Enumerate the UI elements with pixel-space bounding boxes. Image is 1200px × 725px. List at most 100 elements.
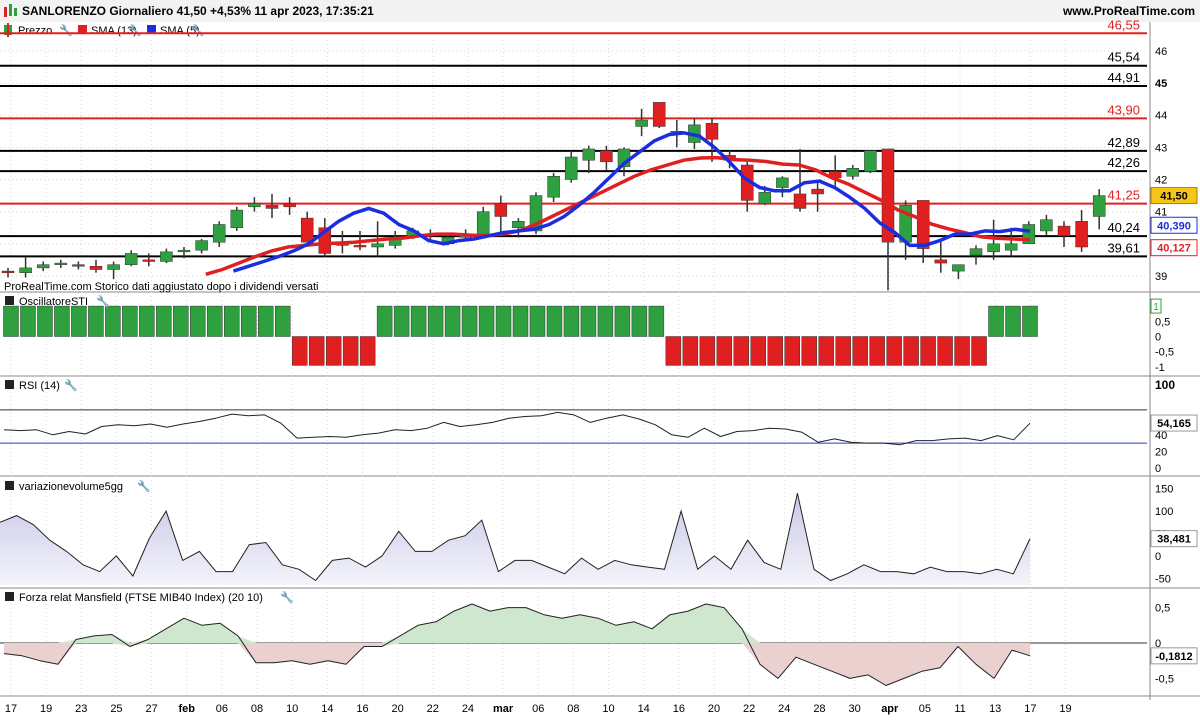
- sti-bar[interactable]: [359, 336, 376, 366]
- sti-bar[interactable]: [173, 305, 189, 337]
- sti-bar[interactable]: [869, 336, 885, 366]
- candle-body[interactable]: [1092, 195, 1106, 217]
- sti-bar[interactable]: [631, 305, 648, 337]
- sti-bar[interactable]: [20, 305, 36, 337]
- candle-body[interactable]: [969, 248, 983, 256]
- sti-bar[interactable]: [410, 305, 427, 337]
- legend-item-sma5[interactable]: SMA (5) 🔧: [147, 23, 205, 37]
- sti-bar[interactable]: [207, 305, 223, 337]
- candle-body[interactable]: [846, 168, 860, 177]
- rsi-line[interactable]: [3, 411, 1031, 446]
- sti-bar[interactable]: [750, 336, 767, 366]
- sti-bar[interactable]: [54, 305, 70, 337]
- candle-body[interactable]: [1057, 225, 1071, 237]
- sti-bar[interactable]: [784, 336, 800, 366]
- sti-bar[interactable]: [190, 305, 206, 337]
- candle-body[interactable]: [811, 188, 824, 195]
- sti-bar[interactable]: [291, 336, 308, 366]
- sti-bar[interactable]: [427, 305, 444, 337]
- sti-bar[interactable]: [122, 305, 138, 337]
- sti-bar[interactable]: [224, 305, 240, 337]
- candle-body[interactable]: [265, 204, 279, 209]
- candle-body[interactable]: [371, 243, 384, 248]
- sti-bar[interactable]: [71, 305, 87, 337]
- sti-bar[interactable]: [954, 336, 970, 366]
- price-panel[interactable]: 46,55 45,54 44,91 43,90 42,89 42,26 41,25 40,24…: [0, 17, 1147, 291]
- candle-body[interactable]: [177, 249, 191, 253]
- candle-body[interactable]: [1040, 219, 1053, 232]
- candle-body[interactable]: [582, 148, 596, 161]
- sti-bar[interactable]: [105, 305, 121, 337]
- candle-body[interactable]: [564, 156, 578, 180]
- sti-bar[interactable]: [258, 305, 274, 337]
- sti-bar[interactable]: [716, 336, 733, 366]
- candle-body[interactable]: [987, 243, 1000, 253]
- sti-bar[interactable]: [139, 305, 155, 337]
- sti-bar[interactable]: [614, 305, 631, 337]
- sti-bar[interactable]: [88, 305, 104, 337]
- volume-change-panel[interactable]: [0, 493, 1031, 585]
- candle-body[interactable]: [212, 224, 226, 243]
- candle-body[interactable]: [652, 102, 666, 127]
- sti-bar[interactable]: [3, 305, 19, 337]
- candle-body[interactable]: [776, 177, 789, 188]
- candle-body[interactable]: [1075, 221, 1088, 248]
- sti-panel[interactable]: [3, 305, 1038, 366]
- sti-bar[interactable]: [308, 336, 325, 366]
- sti-bar[interactable]: [699, 336, 716, 366]
- wrench-icon[interactable]: 🔧: [191, 23, 205, 37]
- candle-body[interactable]: [600, 150, 613, 163]
- candle-body[interactable]: [195, 240, 208, 251]
- sti-bar[interactable]: [988, 305, 1004, 337]
- wrench-icon[interactable]: 🔧: [59, 23, 73, 37]
- sti-bar[interactable]: [886, 336, 902, 366]
- candle-body[interactable]: [916, 200, 930, 249]
- candle-body[interactable]: [142, 259, 156, 262]
- candle-body[interactable]: [476, 211, 490, 235]
- candle-body[interactable]: [1004, 243, 1018, 251]
- wrench-icon[interactable]: 🔧: [137, 479, 151, 493]
- sti-bar[interactable]: [393, 305, 410, 337]
- sti-bar[interactable]: [495, 305, 512, 337]
- rsi-panel[interactable]: [0, 409, 1147, 446]
- candle-body[interactable]: [758, 192, 772, 204]
- sti-bar[interactable]: [597, 305, 614, 337]
- candle-body[interactable]: [793, 193, 807, 209]
- sti-bar[interactable]: [835, 336, 851, 366]
- candle-body[interactable]: [283, 203, 296, 208]
- candle-body[interactable]: [705, 123, 719, 140]
- candle-body[interactable]: [72, 264, 85, 267]
- sti-bar[interactable]: [444, 305, 461, 337]
- candle-body[interactable]: [124, 253, 138, 265]
- candle-body[interactable]: [300, 217, 314, 243]
- sti-bar[interactable]: [920, 336, 936, 366]
- sti-bar[interactable]: [325, 336, 342, 366]
- sti-bar[interactable]: [767, 336, 783, 366]
- wrench-icon[interactable]: 🔧: [128, 23, 142, 37]
- sti-bar[interactable]: [563, 305, 580, 337]
- sti-bar[interactable]: [1022, 305, 1038, 337]
- sti-bar[interactable]: [1005, 305, 1021, 337]
- sma5-line[interactable]: [232, 131, 1031, 273]
- panel-title-rsi[interactable]: RSI (14) 🔧: [5, 378, 78, 392]
- candle-body[interactable]: [107, 264, 120, 270]
- candle-body[interactable]: [547, 176, 560, 198]
- sti-bar[interactable]: [376, 305, 393, 337]
- sti-bar[interactable]: [274, 305, 291, 337]
- candle-body[interactable]: [1, 270, 15, 273]
- legend-item-sma13[interactable]: SMA (13) 🔧: [78, 23, 142, 37]
- sti-bar[interactable]: [546, 305, 563, 337]
- wrench-icon[interactable]: 🔧: [96, 294, 110, 308]
- candle-body[interactable]: [248, 203, 261, 208]
- sti-bar[interactable]: [903, 336, 919, 366]
- panel-title-volume[interactable]: variazionevolume5gg 🔧: [5, 479, 151, 493]
- sti-bar[interactable]: [733, 336, 750, 366]
- sti-bar[interactable]: [461, 305, 478, 337]
- sti-bar[interactable]: [801, 336, 817, 366]
- candle-body[interactable]: [512, 221, 525, 228]
- sti-bar[interactable]: [971, 336, 987, 366]
- wrench-icon[interactable]: 🔧: [64, 378, 78, 392]
- wrench-icon[interactable]: 🔧: [280, 590, 294, 604]
- candle-body[interactable]: [635, 119, 648, 127]
- candle-body[interactable]: [353, 245, 367, 248]
